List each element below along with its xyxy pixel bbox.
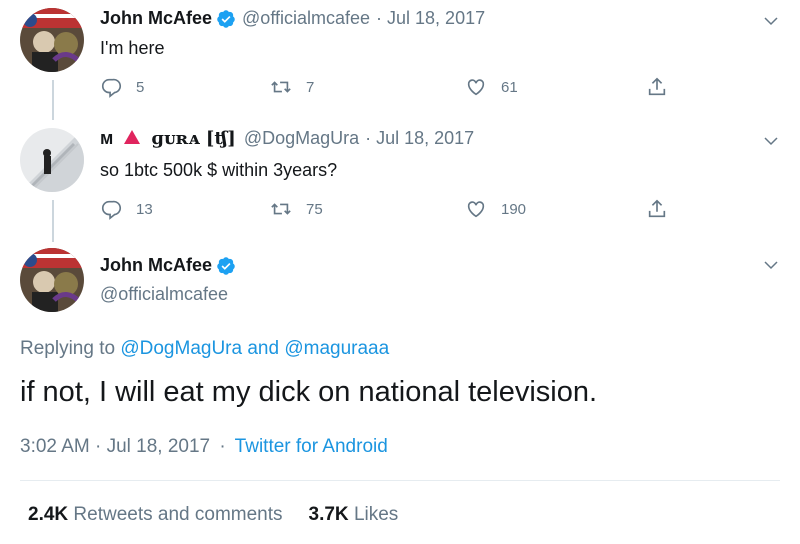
chevron-down-icon[interactable] xyxy=(762,132,780,150)
display-name-rest: ɡᴜʀᴀ [ʧ] xyxy=(151,128,236,149)
tweet-header: John McAfee @officialmcafee · Jul 18, 20… xyxy=(100,8,485,29)
tweet-text: so 1btc 500k $ within 3years? xyxy=(100,160,338,180)
tweet-1[interactable]: John McAfee @officialmcafee · Jul 18, 20… xyxy=(0,0,800,120)
chevron-down-icon[interactable] xyxy=(762,256,780,274)
separator: · xyxy=(219,436,226,457)
retweet-icon xyxy=(271,203,291,215)
reply-button[interactable]: 5 xyxy=(100,76,144,98)
retweet-count: 75 xyxy=(306,200,323,218)
tweet-date[interactable]: · Jul 18, 2017 xyxy=(365,128,474,149)
replying-to: Replying to @DogMagUra and @maguraaa xyxy=(20,338,389,360)
share-icon xyxy=(648,77,666,96)
triangle-icon xyxy=(124,130,141,144)
retweet-icon xyxy=(271,81,291,93)
retweets-count: 2.4K xyxy=(28,504,69,525)
avatar[interactable] xyxy=(20,128,84,192)
tweet-date[interactable]: · Jul 18, 2017 xyxy=(376,8,485,29)
retweet-button[interactable]: 7 xyxy=(270,76,314,98)
like-count: 190 xyxy=(501,200,527,218)
verified-badge-icon xyxy=(217,256,235,275)
display-name[interactable]: ᴍ ɡᴜʀᴀ [ʧ] xyxy=(100,128,236,149)
heart-icon xyxy=(467,201,485,218)
verified-badge-icon xyxy=(217,9,235,28)
tweet-stats: 2.4K Retweets and comments 3.7K Likes xyxy=(28,504,398,526)
avatar[interactable] xyxy=(20,8,84,72)
reply-button[interactable]: 13 xyxy=(100,198,153,220)
reply-icon xyxy=(101,200,121,220)
main-tweet-text: if not, I will eat my dick on national t… xyxy=(20,376,598,408)
like-button[interactable]: 190 xyxy=(465,198,526,220)
likes-stat[interactable]: 3.7K Likes xyxy=(309,504,399,526)
reply-count: 5 xyxy=(136,78,145,96)
like-count: 61 xyxy=(501,78,518,96)
avatar[interactable] xyxy=(20,248,84,312)
display-name-prefix: ᴍ xyxy=(100,128,114,148)
replying-to-label: Replying to xyxy=(20,338,116,359)
retweets-stat[interactable]: 2.4K Retweets and comments xyxy=(28,504,283,526)
retweet-count: 7 xyxy=(306,78,315,96)
display-name-text: John McAfee xyxy=(100,255,213,275)
share-icon xyxy=(648,199,666,218)
share-button[interactable] xyxy=(646,76,682,98)
tweet-2[interactable]: ᴍ ɡᴜʀᴀ [ʧ] @DogMagUra · Jul 18, 2017 so … xyxy=(0,120,800,240)
tweet-header: ᴍ ɡᴜʀᴀ [ʧ] @DogMagUra · Jul 18, 2017 xyxy=(100,128,474,149)
share-button[interactable] xyxy=(646,198,682,220)
divider xyxy=(20,480,780,481)
like-button[interactable]: 61 xyxy=(465,76,518,98)
display-name[interactable]: John McAfee xyxy=(100,255,242,276)
replying-and[interactable]: and xyxy=(247,338,279,359)
tweet-text: I'm here xyxy=(100,38,165,58)
handle[interactable]: @officialmcafee xyxy=(242,8,370,29)
handle[interactable]: @officialmcafee xyxy=(100,284,228,305)
likes-count: 3.7K xyxy=(308,504,349,525)
mention-link[interactable]: @maguraaa xyxy=(284,338,389,359)
display-name[interactable]: John McAfee xyxy=(100,8,212,29)
source-link[interactable]: Twitter for Android xyxy=(235,436,388,457)
retweets-label: Retweets and comments xyxy=(73,504,283,525)
tweet-timestamp: 3:02 AM · Jul 18, 2017 · Twitter for And… xyxy=(20,436,388,458)
timestamp-link[interactable]: 3:02 AM · Jul 18, 2017 xyxy=(20,436,210,457)
retweet-button[interactable]: 75 xyxy=(270,198,323,220)
reply-count: 13 xyxy=(136,200,153,218)
tweet-actions: 5 7 61 xyxy=(100,76,680,102)
tweet-actions: 13 75 190 xyxy=(100,198,680,224)
reply-icon xyxy=(101,78,121,98)
heart-icon xyxy=(467,79,485,96)
mention-link[interactable]: @DogMagUra xyxy=(120,338,242,359)
chevron-down-icon[interactable] xyxy=(762,12,780,30)
handle[interactable]: @DogMagUra xyxy=(244,128,359,149)
likes-label: Likes xyxy=(353,504,399,525)
